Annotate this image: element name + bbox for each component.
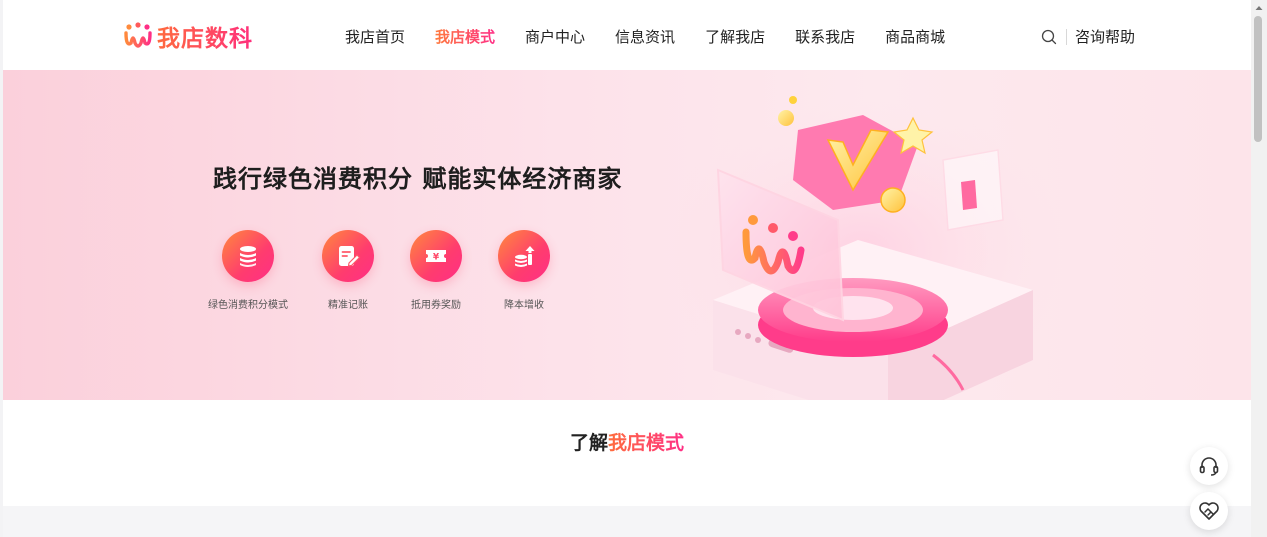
nav-item-about[interactable]: 了解我店 [705, 26, 765, 47]
main-nav: 我店首页 我店模式 商户中心 信息资讯 了解我店 联系我店 商品商城 [345, 26, 975, 47]
nav-item-contact[interactable]: 联系我店 [795, 26, 855, 47]
coin-stack-icon [222, 230, 274, 282]
logo-text: 我店数科 [157, 19, 253, 53]
feature-item: 绿色消费积分模式 [208, 230, 288, 311]
logo[interactable]: 我店数科 [123, 18, 253, 54]
header-divider [1066, 28, 1067, 45]
hero-banner: 践行绿色消费积分 赋能实体经济商家 绿色消费积分模式 精准记账 ¥ 抵用券奖励 … [3, 70, 1251, 400]
customer-service-button[interactable] [1190, 447, 1228, 485]
nav-item-news[interactable]: 信息资讯 [615, 26, 675, 47]
nav-item-model[interactable]: 我店模式 [435, 26, 495, 47]
nav-item-mall[interactable]: 商品商城 [885, 26, 945, 47]
feature-item: ¥ 抵用券奖励 [410, 230, 462, 311]
search-icon[interactable] [1040, 28, 1058, 46]
logo-mark-icon [124, 22, 152, 48]
section-title: 了解我店模式 [3, 428, 1251, 455]
growth-coins-icon [498, 230, 550, 282]
headset-icon [1199, 457, 1219, 476]
page-scrollbar[interactable] [1251, 0, 1267, 537]
site-header: 我店数科 我店首页 我店模式 商户中心 信息资讯 了解我店 联系我店 商品商城 … [3, 0, 1251, 70]
feature-item: 降本增收 [498, 230, 550, 311]
section-title-plain: 了解 [569, 432, 608, 454]
coupon-icon: ¥ [410, 230, 462, 282]
cooperation-button[interactable] [1190, 492, 1228, 530]
svg-text:¥: ¥ [433, 253, 440, 263]
banner-title: 践行绿色消费积分 赋能实体经济商家 [213, 165, 623, 193]
section-content-area [3, 506, 1251, 537]
section-title-accent: 我店模式 [608, 432, 685, 454]
help-link[interactable]: 咨询帮助 [1075, 26, 1135, 47]
scroll-up-arrow-icon[interactable] [1255, 4, 1263, 12]
scrollbar-thumb[interactable] [1254, 16, 1262, 142]
feature-label: 抵用券奖励 [411, 300, 461, 311]
nav-item-merchant-center[interactable]: 商户中心 [525, 26, 585, 47]
header-actions: 咨询帮助 [1040, 26, 1135, 47]
feature-label: 降本增收 [504, 300, 544, 311]
feature-label: 绿色消费积分模式 [208, 300, 288, 311]
edit-document-icon [322, 230, 374, 282]
hero-illustration [653, 96, 1073, 400]
feature-item: 精准记账 [322, 230, 374, 311]
nav-item-home[interactable]: 我店首页 [345, 26, 405, 47]
feature-label: 精准记账 [328, 300, 368, 311]
handshake-icon [1199, 502, 1219, 520]
page: 我店数科 我店首页 我店模式 商户中心 信息资讯 了解我店 联系我店 商品商城 … [3, 0, 1251, 537]
feature-list: 绿色消费积分模式 精准记账 ¥ 抵用券奖励 降本增收 [208, 230, 566, 311]
